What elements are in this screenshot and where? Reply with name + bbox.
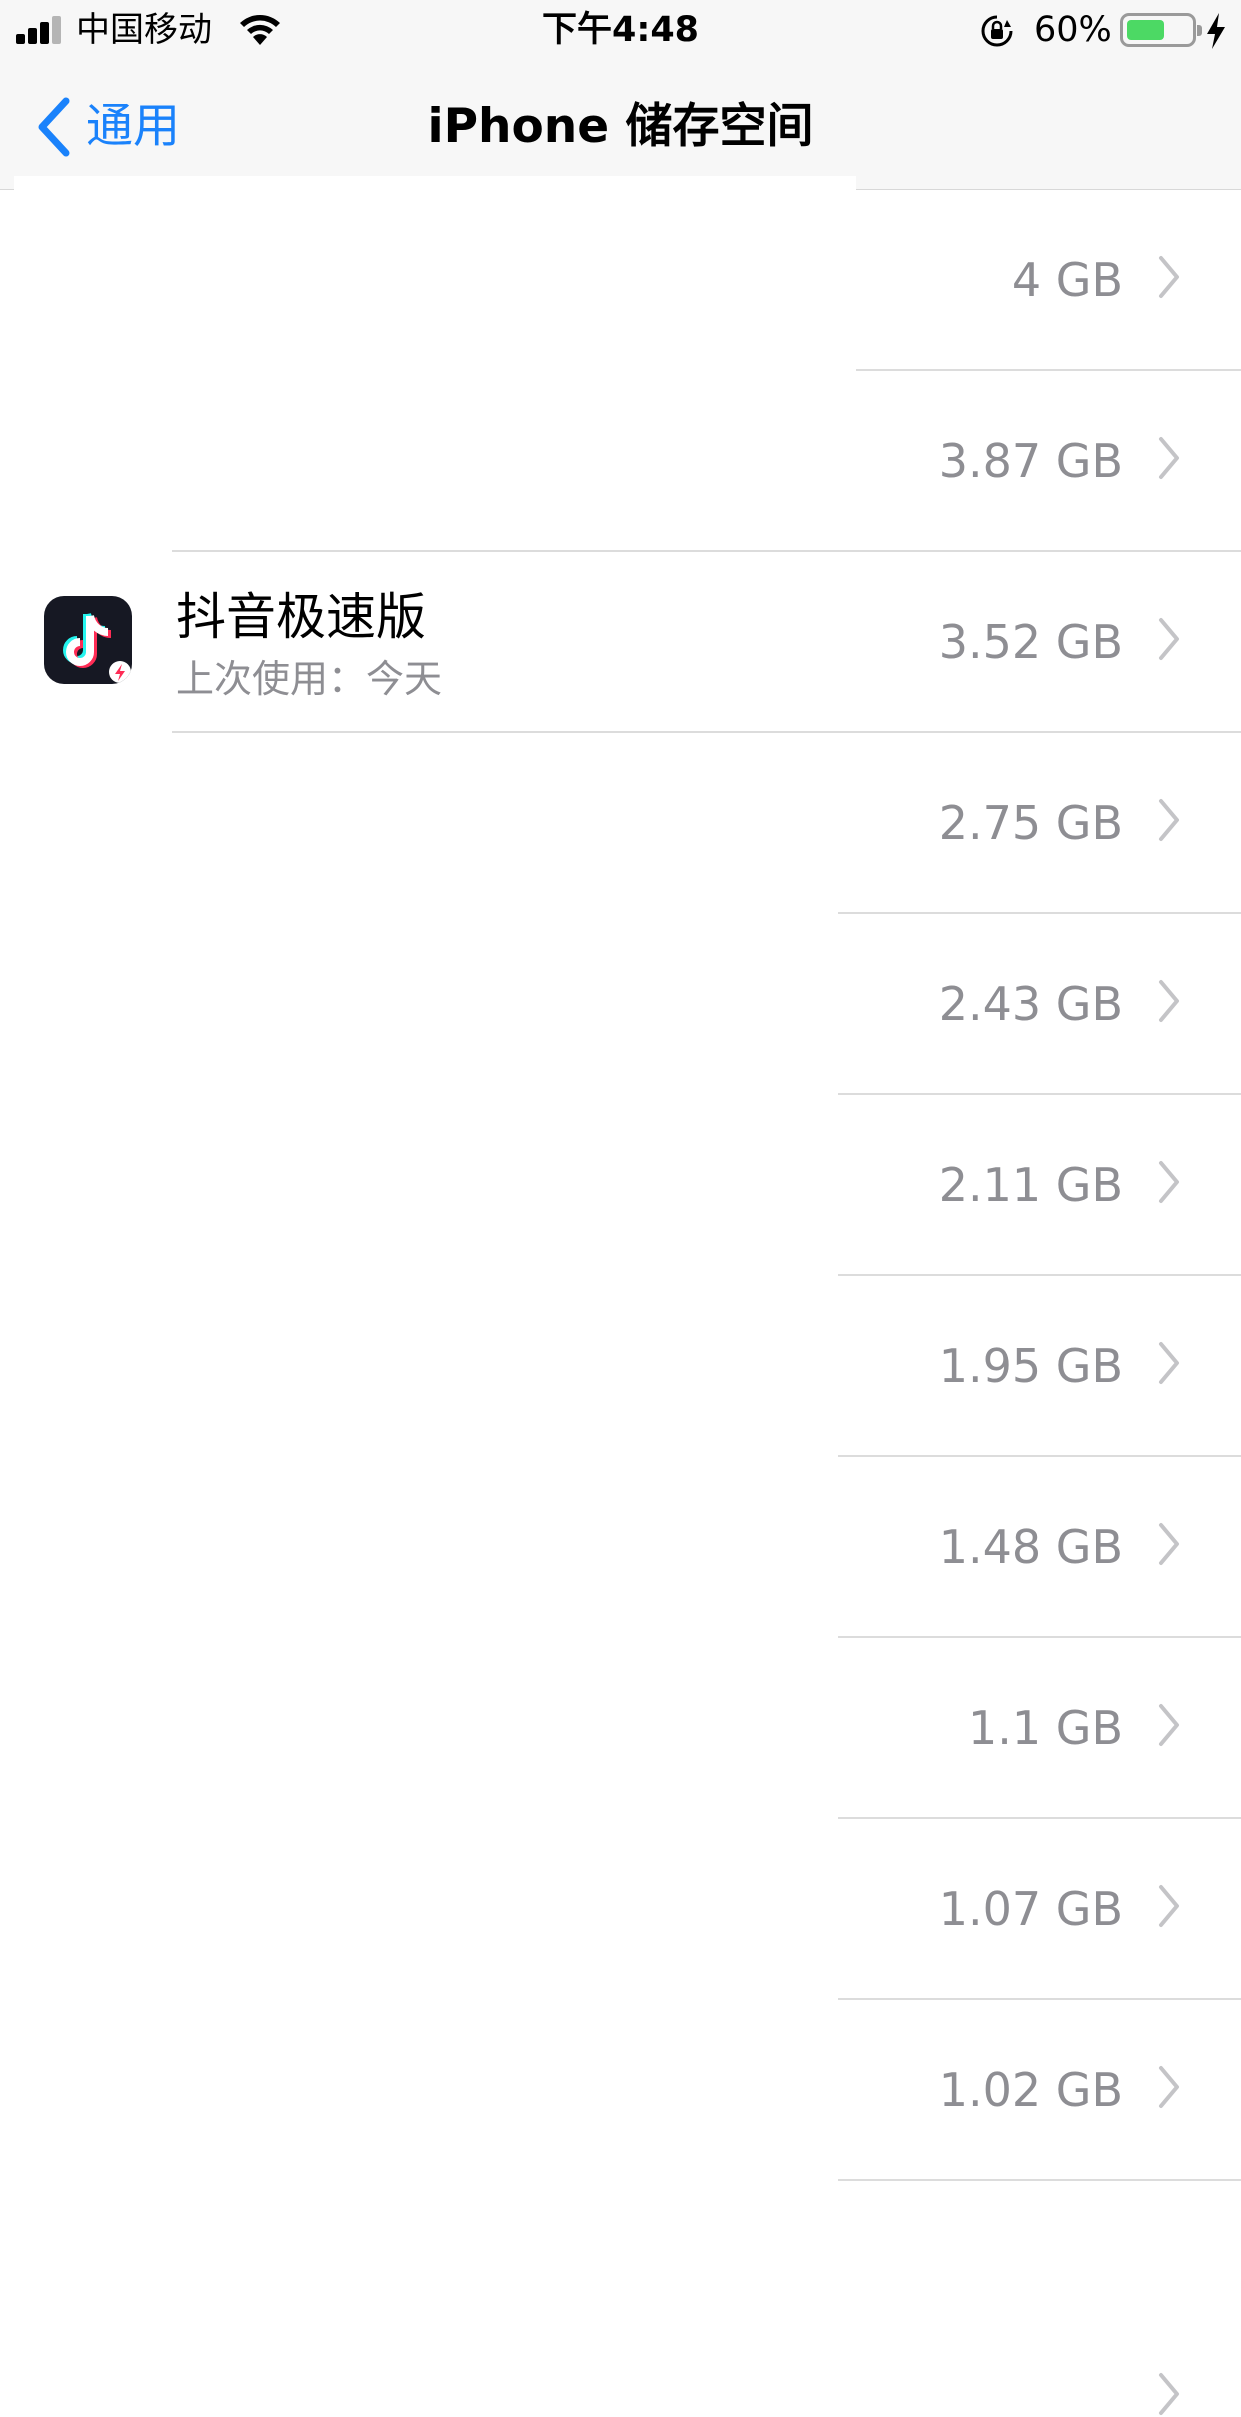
app-size: 1.02 GB (938, 2063, 1123, 2117)
app-storage-row[interactable]: 1.02 GB (0, 2000, 1241, 2181)
app-size: 1.1 GB (968, 1701, 1123, 1755)
app-size: 2.75 GB (938, 796, 1123, 850)
app-size: 3.87 GB (938, 434, 1123, 488)
battery-fill (1127, 20, 1164, 40)
app-storage-row[interactable]: 1.95 GB (0, 1276, 1241, 1457)
app-storage-row-douyin-lite[interactable]: 抖音极速版 上次使用：今天 3.52 GB (0, 552, 1241, 733)
chevron-right-icon (1159, 1704, 1179, 1746)
chevron-right-icon (1159, 1523, 1179, 1565)
app-storage-row-partial[interactable] (0, 2181, 1241, 2415)
app-storage-row[interactable]: 2.11 GB (0, 1095, 1241, 1276)
app-storage-row[interactable]: 2.75 GB (0, 733, 1241, 914)
chevron-right-icon (1159, 256, 1179, 298)
app-storage-row[interactable]: 3.87 GB (0, 371, 1241, 552)
app-size: 2.43 GB (938, 977, 1123, 1031)
chevron-right-icon (1159, 1342, 1179, 1384)
chevron-right-icon (1159, 437, 1179, 479)
chevron-right-icon (1159, 1885, 1179, 1927)
chevron-right-icon (1159, 799, 1179, 841)
app-size: 2.11 GB (938, 1158, 1123, 1212)
douyin-lite-app-icon (44, 596, 132, 684)
chevron-right-icon (1159, 2066, 1179, 2108)
chevron-right-icon (1159, 980, 1179, 1022)
battery-icon (1120, 13, 1202, 47)
charging-bolt-icon (1207, 13, 1225, 49)
app-size: 1.07 GB (938, 1882, 1123, 1936)
battery-percentage: 60% (1034, 10, 1112, 50)
app-size: 1.95 GB (938, 1339, 1123, 1393)
app-last-used: 上次使用：今天 (176, 657, 443, 701)
rotation-lock-icon (981, 15, 1013, 47)
navigation-bar: 通用 iPhone 储存空间 (0, 60, 1241, 190)
app-storage-row[interactable]: 1.07 GB (0, 1819, 1241, 2000)
app-name: 抖音极速版 (176, 588, 426, 646)
app-storage-row[interactable]: 2.43 GB (0, 914, 1241, 1095)
app-size: 4 GB (1011, 253, 1123, 307)
chevron-right-icon (1159, 1161, 1179, 1203)
blank-region (14, 176, 856, 326)
app-storage-row[interactable]: 1.1 GB (0, 1638, 1241, 1819)
app-size: 3.52 GB (938, 615, 1123, 669)
status-bar: 中国移动 下午4:48 60% (0, 0, 1241, 60)
chevron-right-icon (1159, 618, 1179, 660)
page-title: iPhone 储存空间 (427, 99, 814, 154)
app-storage-row[interactable]: 1.48 GB (0, 1457, 1241, 1638)
app-size: 1.48 GB (938, 1520, 1123, 1574)
chevron-right-icon (1159, 2373, 1179, 2415)
